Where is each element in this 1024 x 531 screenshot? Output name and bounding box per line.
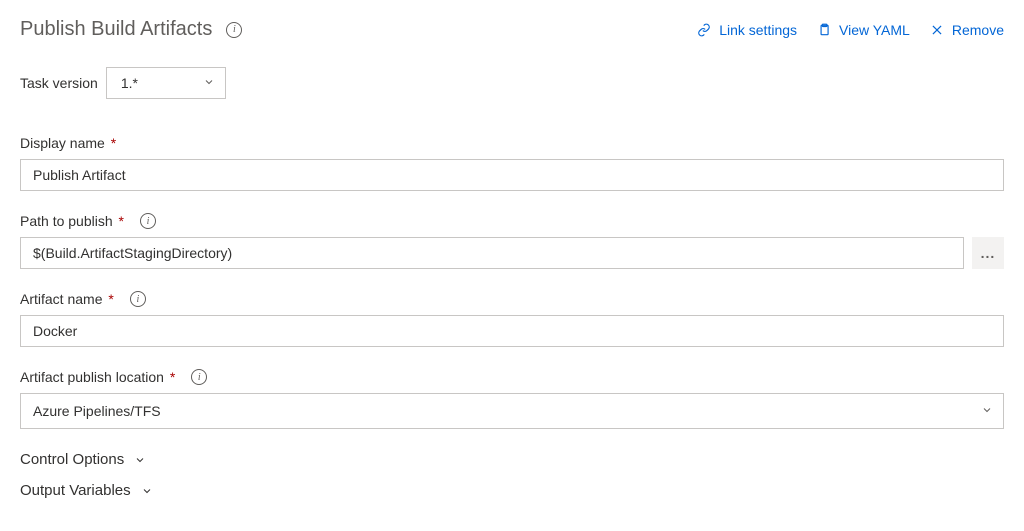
title-info-icon[interactable]: i xyxy=(226,22,242,38)
output-variables-toggle[interactable]: Output Variables xyxy=(20,482,1004,499)
chevron-down-icon xyxy=(134,454,146,466)
view-yaml-label: View YAML xyxy=(839,22,910,38)
display-name-input[interactable] xyxy=(20,159,1004,191)
control-options-label: Control Options xyxy=(20,451,124,468)
required-marker: * xyxy=(111,135,116,151)
control-options-toggle[interactable]: Control Options xyxy=(20,451,1004,468)
path-to-publish-label: Path to publish xyxy=(20,213,113,229)
chevron-down-icon xyxy=(981,403,993,419)
page-title: Publish Build Artifacts xyxy=(20,18,212,41)
display-name-label: Display name xyxy=(20,135,105,151)
link-settings-button[interactable]: Link settings xyxy=(697,22,797,38)
chevron-down-icon xyxy=(141,485,153,497)
required-marker: * xyxy=(170,369,175,385)
path-info-icon[interactable]: i xyxy=(140,213,156,229)
publish-location-value: Azure Pipelines/TFS xyxy=(33,403,161,419)
artifact-name-label: Artifact name xyxy=(20,291,102,307)
remove-label: Remove xyxy=(952,22,1004,38)
artifact-name-input[interactable] xyxy=(20,315,1004,347)
link-icon xyxy=(697,23,711,37)
remove-button[interactable]: Remove xyxy=(930,22,1004,38)
task-version-label: Task version xyxy=(20,75,98,91)
publish-location-select[interactable]: Azure Pipelines/TFS xyxy=(20,393,1004,429)
link-settings-label: Link settings xyxy=(719,22,797,38)
required-marker: * xyxy=(119,213,124,229)
clipboard-icon xyxy=(817,23,831,37)
output-variables-label: Output Variables xyxy=(20,482,131,499)
close-icon xyxy=(930,23,944,37)
required-marker: * xyxy=(108,291,113,307)
publish-location-info-icon[interactable]: i xyxy=(191,369,207,385)
artifact-name-info-icon[interactable]: i xyxy=(130,291,146,307)
task-version-select[interactable]: 1.* xyxy=(106,67,226,99)
task-version-value: 1.* xyxy=(121,75,138,91)
browse-path-button[interactable]: ... xyxy=(972,237,1004,269)
publish-location-label: Artifact publish location xyxy=(20,369,164,385)
path-to-publish-input[interactable] xyxy=(20,237,964,269)
view-yaml-button[interactable]: View YAML xyxy=(817,22,910,38)
chevron-down-icon xyxy=(203,75,215,91)
